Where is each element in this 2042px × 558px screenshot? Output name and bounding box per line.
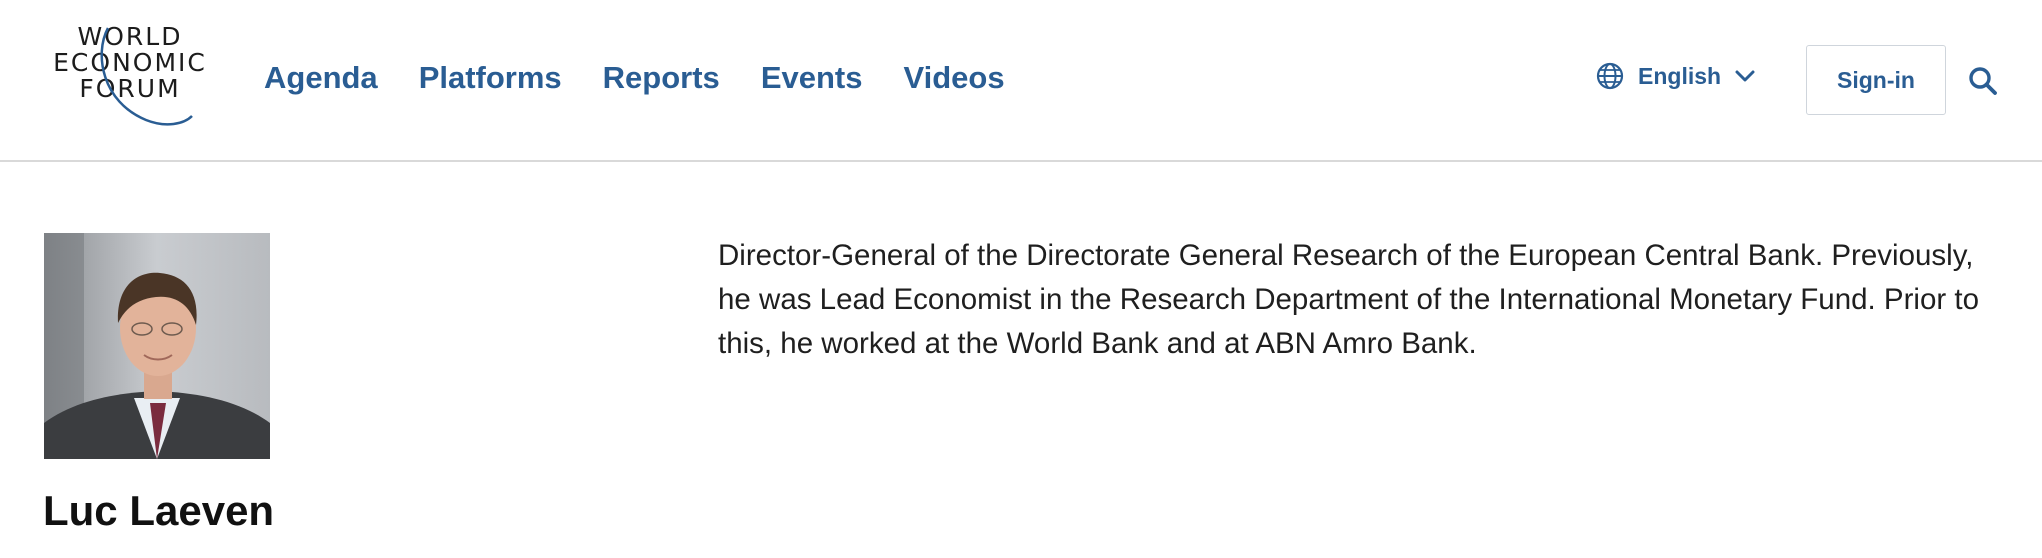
- portrait-image: [44, 233, 270, 459]
- nav-agenda[interactable]: Agenda: [264, 58, 378, 98]
- nav-platforms[interactable]: Platforms: [419, 58, 562, 98]
- wef-logo[interactable]: WORLD ECONOMIC FORUM: [42, 24, 222, 134]
- nav-events[interactable]: Events: [761, 58, 863, 98]
- language-selector[interactable]: English: [1596, 62, 1755, 90]
- main-nav: Agenda Platforms Reports Events Videos: [264, 58, 1046, 98]
- chevron-down-icon: [1735, 70, 1755, 82]
- search-icon: [1969, 67, 1997, 95]
- site-header: WORLD ECONOMIC FORUM Agenda Platforms Re…: [0, 0, 2042, 162]
- nav-reports[interactable]: Reports: [603, 58, 720, 98]
- person-bio: Director-General of the Directorate Gene…: [718, 239, 1979, 360]
- signin-button[interactable]: Sign-in: [1806, 45, 1946, 115]
- globe-icon: [1596, 62, 1624, 90]
- nav-videos[interactable]: Videos: [903, 58, 1004, 98]
- portrait-photo: [44, 233, 270, 459]
- wef-logo-arc-icon: [100, 27, 193, 126]
- search-button[interactable]: [1968, 66, 1998, 101]
- person-name: Luc Laeven: [43, 487, 275, 534]
- language-label: English: [1638, 62, 1722, 89]
